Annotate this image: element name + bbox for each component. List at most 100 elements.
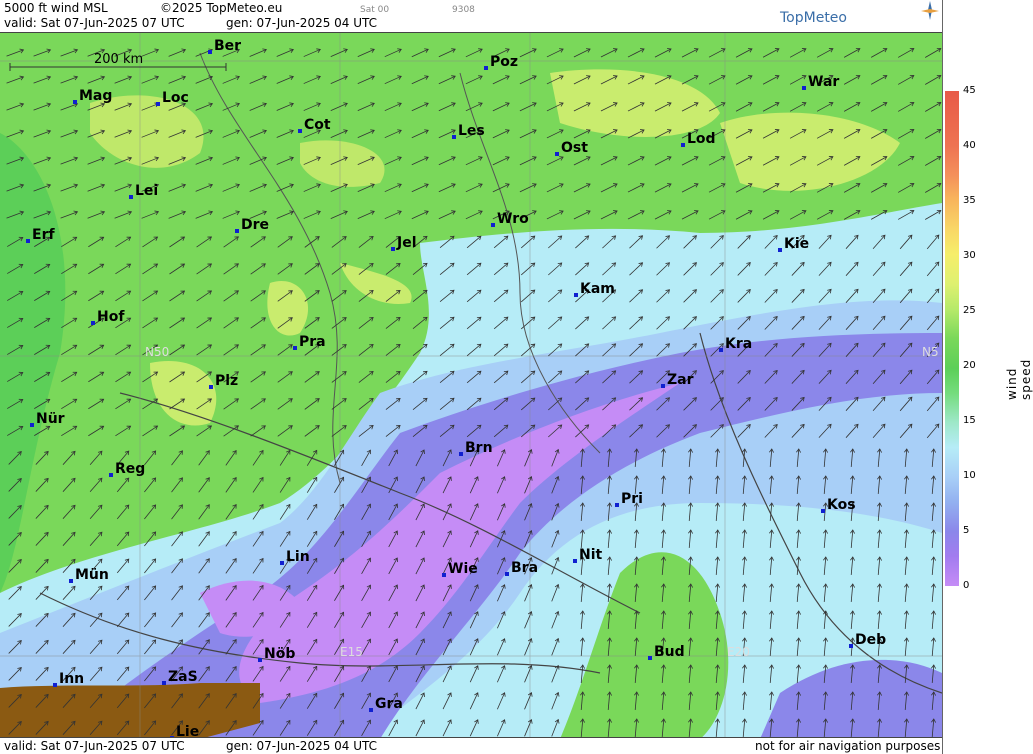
grid-label-n50: N50 <box>145 345 170 359</box>
city-label: Nür <box>36 411 65 427</box>
city-marker <box>555 152 559 156</box>
city-label: Jel <box>397 235 417 251</box>
valid-time: valid: Sat 07-Jun-2025 07 UTC <box>4 16 185 30</box>
grid-label-e20: E20 <box>727 645 750 659</box>
city-label: Zar <box>667 372 694 388</box>
city-marker <box>298 129 302 133</box>
city-marker <box>208 50 212 54</box>
city-marker <box>258 658 262 662</box>
city-label: Dre <box>241 217 270 233</box>
city-label: Brn <box>465 440 493 456</box>
city-marker <box>484 66 488 70</box>
city-marker <box>442 573 446 577</box>
compass-logo-icon <box>921 1 939 20</box>
city-marker <box>719 348 723 352</box>
city-marker <box>391 247 395 251</box>
city-marker <box>491 223 495 227</box>
navigation-disclaimer: not for air navigation purposes <box>755 739 941 753</box>
city-marker <box>293 346 297 350</box>
city-label: Gra <box>375 696 403 712</box>
city-marker <box>26 239 30 243</box>
city-marker <box>505 572 509 576</box>
city-label: Nöb <box>264 646 296 662</box>
city-marker <box>162 681 166 685</box>
scale-bar-label: 200 km <box>94 52 144 67</box>
city-marker <box>156 102 160 106</box>
city-label: Pri <box>621 491 643 507</box>
city-marker <box>849 644 853 648</box>
city-label: Plz <box>215 373 239 389</box>
legend-tick: 45 <box>963 85 976 96</box>
footer-valid: valid: Sat 07-Jun-2025 07 UTC <box>4 739 185 753</box>
city-marker <box>459 452 463 456</box>
city-label: Mag <box>79 88 113 104</box>
run-code: 9308 <box>452 5 475 15</box>
city-marker <box>648 656 652 660</box>
city-label: Kra <box>725 336 753 352</box>
city-label: Nit <box>579 547 603 563</box>
city-label: Kam <box>580 281 615 297</box>
legend-tick: 30 <box>963 250 976 261</box>
legend-tick: 40 <box>963 140 976 151</box>
city-label: Loc <box>162 90 189 106</box>
day-code: Sat 00 <box>360 5 390 15</box>
footer-bar: valid: Sat 07-Jun-2025 07 UTC gen: 07-Ju… <box>0 738 942 754</box>
generated-time: gen: 07-Jun-2025 04 UTC <box>226 16 378 30</box>
city-marker <box>574 293 578 297</box>
copyright: ©2025 TopMeteo.eu <box>160 1 283 15</box>
legend-tick: 25 <box>963 305 976 316</box>
city-label: Lei <box>135 183 159 199</box>
city-marker <box>681 143 685 147</box>
city-label: War <box>808 74 840 90</box>
legend-tick: 10 <box>963 470 976 481</box>
city-label: Erf <box>32 227 55 243</box>
city-label: Inn <box>59 671 85 687</box>
city-marker <box>369 708 373 712</box>
city-label: Mün <box>75 567 109 583</box>
city-label: Reg <box>115 461 146 477</box>
city-label: Lod <box>687 131 716 147</box>
wind-map[interactable]: 200 km N50 N5 E15 E20 Ber Poz War Mag Loc Cot… <box>0 32 942 738</box>
city-marker <box>802 86 806 90</box>
grid-label-e15: E15 <box>340 645 363 659</box>
legend-tick: 20 <box>963 360 976 371</box>
city-marker <box>73 100 77 104</box>
city-marker <box>821 509 825 513</box>
footer-generated: gen: 07-Jun-2025 04 UTC <box>226 739 378 753</box>
header-bar: 5000 ft wind MSL ©2025 TopMeteo.eu Sat 0… <box>0 0 942 32</box>
city-marker <box>69 579 73 583</box>
city-label: Deb <box>855 632 887 648</box>
grid-label-n50-right: N5 <box>922 345 939 359</box>
city-marker <box>615 503 619 507</box>
product-title: 5000 ft wind MSL <box>4 1 108 15</box>
city-label: Wro <box>497 211 529 227</box>
city-label: Lie <box>176 724 200 738</box>
city-label: ZaS <box>168 669 198 685</box>
city-label: Ost <box>561 140 588 156</box>
topmeteo-logo: TopMeteo <box>780 10 847 26</box>
city-label: Poz <box>490 54 519 70</box>
city-marker <box>209 385 213 389</box>
legend-tick: 35 <box>963 195 976 206</box>
city-label: Wie <box>448 561 478 577</box>
city-marker <box>280 561 284 565</box>
legend-tick: 0 <box>963 580 970 591</box>
city-label: Hof <box>97 309 125 325</box>
city-marker <box>573 559 577 563</box>
city-label: Kie <box>784 236 810 252</box>
city-label: Kos <box>827 497 856 513</box>
city-marker <box>109 473 113 477</box>
city-label: Les <box>458 123 485 139</box>
city-marker <box>91 321 95 325</box>
city-marker <box>235 229 239 233</box>
color-bar <box>945 91 959 586</box>
legend-label: wind speed [kt] <box>1005 358 1033 400</box>
legend-tick: 5 <box>963 525 970 536</box>
legend-tick: 15 <box>963 415 976 426</box>
city-label: Bra <box>511 560 539 576</box>
city-label: Pra <box>299 334 326 350</box>
city-label: Lin <box>286 549 310 565</box>
city-marker <box>53 683 57 687</box>
city-label: Bud <box>654 644 685 660</box>
city-marker <box>661 384 665 388</box>
